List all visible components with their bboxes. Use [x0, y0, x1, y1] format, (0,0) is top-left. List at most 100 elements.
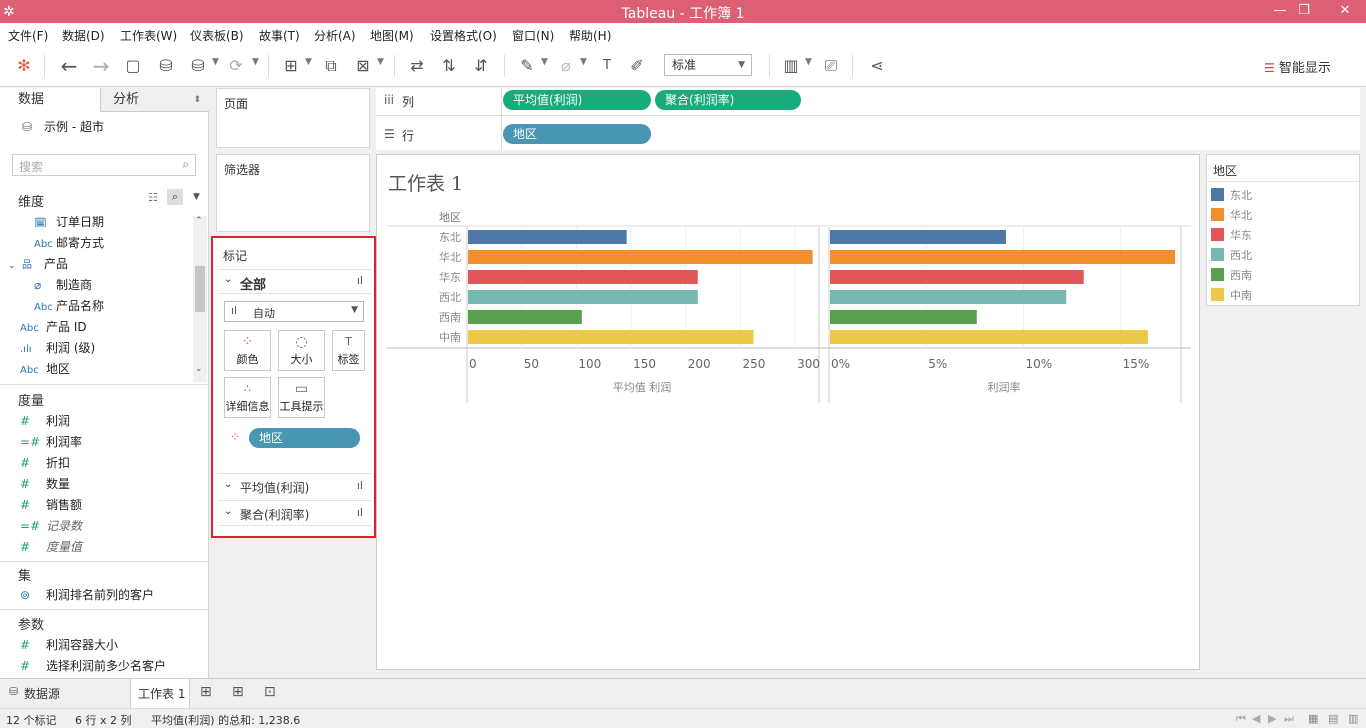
fit-select[interactable]: 标准 ▼	[664, 54, 752, 76]
chevron-up-icon[interactable]: ⌃	[195, 216, 203, 226]
restore-icon[interactable]: ❐	[1291, 0, 1317, 23]
save-icon[interactable]: ▢	[122, 55, 144, 77]
menu-data[interactable]: 数据(D)	[62, 27, 105, 44]
field-measure[interactable]: # 度量值	[20, 537, 82, 557]
sort-descending-icon[interactable]: ⇵	[470, 55, 492, 77]
group-icon[interactable]: ⌀	[555, 55, 577, 77]
field-param[interactable]: # 利润容器大小	[20, 635, 118, 655]
new-datasource-icon[interactable]: ⛁	[155, 55, 177, 77]
legend-item[interactable]: 华北	[1211, 208, 1252, 224]
filters-shelf[interactable]: 筛选器	[216, 154, 370, 232]
new-story-icon[interactable]: ⊡	[264, 684, 276, 700]
field-measure[interactable]: =# 利润率	[20, 432, 82, 452]
row-pill[interactable]: 地区	[503, 124, 651, 144]
menu-worksheet[interactable]: 工作表(W)	[120, 27, 177, 44]
chevron-down-icon[interactable]: ▼	[305, 57, 312, 67]
menu-story[interactable]: 故事(T)	[259, 27, 300, 44]
search-input[interactable]: 搜索	[19, 158, 43, 175]
tableau-start-icon[interactable]: ✻	[13, 55, 35, 77]
search-box[interactable]: 搜索 ⌕	[12, 154, 196, 176]
field-measure[interactable]: =# 记录数	[20, 516, 82, 536]
nav-next-icon[interactable]: ▶	[1268, 712, 1276, 725]
field-measure[interactable]: # 数量	[20, 474, 70, 494]
bar-chart[interactable]: 地区东北华北华东西北西南中南 0 50 100 150 200 250 300 平均值 利润 0%…	[377, 205, 1199, 465]
share-icon[interactable]: ⋖	[866, 55, 888, 77]
field-dimension[interactable]: Abc 地区	[20, 359, 70, 379]
menu-window[interactable]: 窗口(N)	[512, 27, 554, 44]
field-dimension[interactable]: Abc 产品名称	[34, 296, 104, 316]
chevron-down-icon[interactable]: ▼	[580, 57, 587, 67]
menu-analysis[interactable]: 分析(A)	[314, 27, 356, 44]
field-measure[interactable]: # 利润	[20, 411, 70, 431]
list-view-icon[interactable]: ☷	[148, 191, 158, 204]
chevron-down-icon[interactable]: ▼	[193, 192, 200, 202]
show-me-button[interactable]: ☰ 智能显示	[1264, 57, 1331, 76]
field-dimension[interactable]: ⌀ 制造商	[34, 275, 92, 295]
duplicate-sheet-icon[interactable]: ⧉	[320, 55, 342, 77]
label-button[interactable]: T 标签	[332, 330, 365, 371]
legend-item[interactable]: 西南	[1211, 268, 1252, 284]
field-param[interactable]: # 选择利润前多少名客户	[20, 656, 166, 676]
nav-last-icon[interactable]: ⏭	[1284, 712, 1294, 726]
nav-prev-icon[interactable]: ◀	[1252, 712, 1260, 725]
chevron-down-icon[interactable]: ▼	[252, 57, 259, 67]
tab-datasource[interactable]: ⛁ 数据源	[0, 679, 128, 708]
grid-view-icon[interactable]: ▦	[1308, 712, 1318, 725]
close-icon[interactable]: ✕	[1325, 0, 1365, 23]
undo-icon[interactable]: ←	[58, 55, 80, 77]
legend-item[interactable]: 中南	[1211, 288, 1252, 304]
menu-file[interactable]: 文件(F)	[8, 27, 48, 44]
pin-icon[interactable]: ✐	[626, 55, 648, 77]
minimize-icon[interactable]: —	[1267, 0, 1293, 23]
color-pill[interactable]: 地区	[249, 428, 360, 448]
menu-map[interactable]: 地图(M)	[370, 27, 414, 44]
new-sheet-icon[interactable]: ⊞	[280, 55, 302, 77]
chevron-down-icon[interactable]: ▼	[212, 57, 219, 67]
redo-icon[interactable]: →	[90, 55, 112, 77]
view-size-icon[interactable]: ▥	[780, 55, 802, 77]
column-pill[interactable]: 聚合(利润率)	[655, 90, 801, 110]
tooltip-button[interactable]: ▭ 工具提示	[278, 377, 325, 418]
tab-sheet[interactable]: 工作表 1	[130, 679, 190, 708]
field-dimension[interactable]: .ılı 利润 (级)	[20, 338, 95, 358]
filmstrip-view-icon[interactable]: ▤	[1328, 712, 1338, 725]
marks-sub-row[interactable]: ⌄ 平均值(利润) ıl	[218, 473, 371, 499]
rows-shelf[interactable]: ☰ 行 地区	[376, 122, 1360, 150]
column-pill[interactable]: 平均值(利润)	[503, 90, 651, 110]
swap-axes-icon[interactable]: ⇄	[406, 55, 428, 77]
field-dimension[interactable]: ⌄ 品 产品	[8, 254, 68, 274]
marks-sub-row[interactable]: ⌄ 聚合(利润率) ıl	[218, 500, 371, 526]
nav-first-icon[interactable]: ⏮	[1236, 712, 1246, 726]
legend-item[interactable]: 华东	[1211, 228, 1252, 244]
worksheet-view[interactable]: 工作表 1 地区 东北 华北 华东 西北 西南 中南 0 50 100 150 200 250 300 平均…	[376, 154, 1200, 670]
pause-updates-icon[interactable]: ⛁	[187, 55, 209, 77]
pages-shelf[interactable]: 页面	[216, 88, 370, 148]
field-set[interactable]: ⊚ 利润排名前列的客户	[20, 585, 154, 605]
menu-help[interactable]: 帮助(H)	[569, 27, 611, 44]
field-dimension[interactable]: 🗓 订单日期	[34, 212, 104, 232]
list-view-icon[interactable]: ▥	[1348, 712, 1358, 725]
datasource-item[interactable]: ⛁ 示例 - 超市	[22, 117, 104, 137]
mark-type-select[interactable]: ıl 自动 ▼	[224, 301, 364, 322]
marks-all-row[interactable]: ⌄ 全部 ıl	[218, 269, 371, 294]
field-dimension[interactable]: Abc 邮寄方式	[34, 233, 104, 253]
size-button[interactable]: ◌ 大小	[278, 330, 325, 371]
search-icon[interactable]: ⌕	[167, 189, 183, 205]
highlight-icon[interactable]: ✎	[516, 55, 538, 77]
clear-sheet-icon[interactable]: ⊠	[352, 55, 374, 77]
new-worksheet-icon[interactable]: ⊞	[200, 684, 212, 700]
color-button[interactable]: ⁘ 颜色	[224, 330, 271, 371]
color-legend[interactable]: 地区 东北 华北 华东 西北 西南 中南	[1206, 154, 1360, 306]
chevron-down-icon[interactable]: ▼	[541, 57, 548, 67]
chevron-down-icon[interactable]: ▼	[805, 57, 812, 67]
sort-ascending-icon[interactable]: ⇅	[438, 55, 460, 77]
menu-dashboard[interactable]: 仪表板(B)	[190, 27, 244, 44]
field-measure[interactable]: # 销售额	[20, 495, 82, 515]
chevron-down-icon[interactable]: ⌄	[195, 364, 203, 374]
menu-format[interactable]: 设置格式(O)	[430, 27, 497, 44]
new-dashboard-icon[interactable]: ⊞	[232, 684, 244, 700]
columns-shelf[interactable]: iii 列 平均值(利润) 聚合(利润率)	[376, 88, 1360, 150]
dimensions-scrollbar[interactable]: ⌃ ⌄	[193, 216, 207, 382]
tab-analysis[interactable]: 分析 ⬍	[100, 88, 209, 112]
field-measure[interactable]: # 折扣	[20, 453, 70, 473]
